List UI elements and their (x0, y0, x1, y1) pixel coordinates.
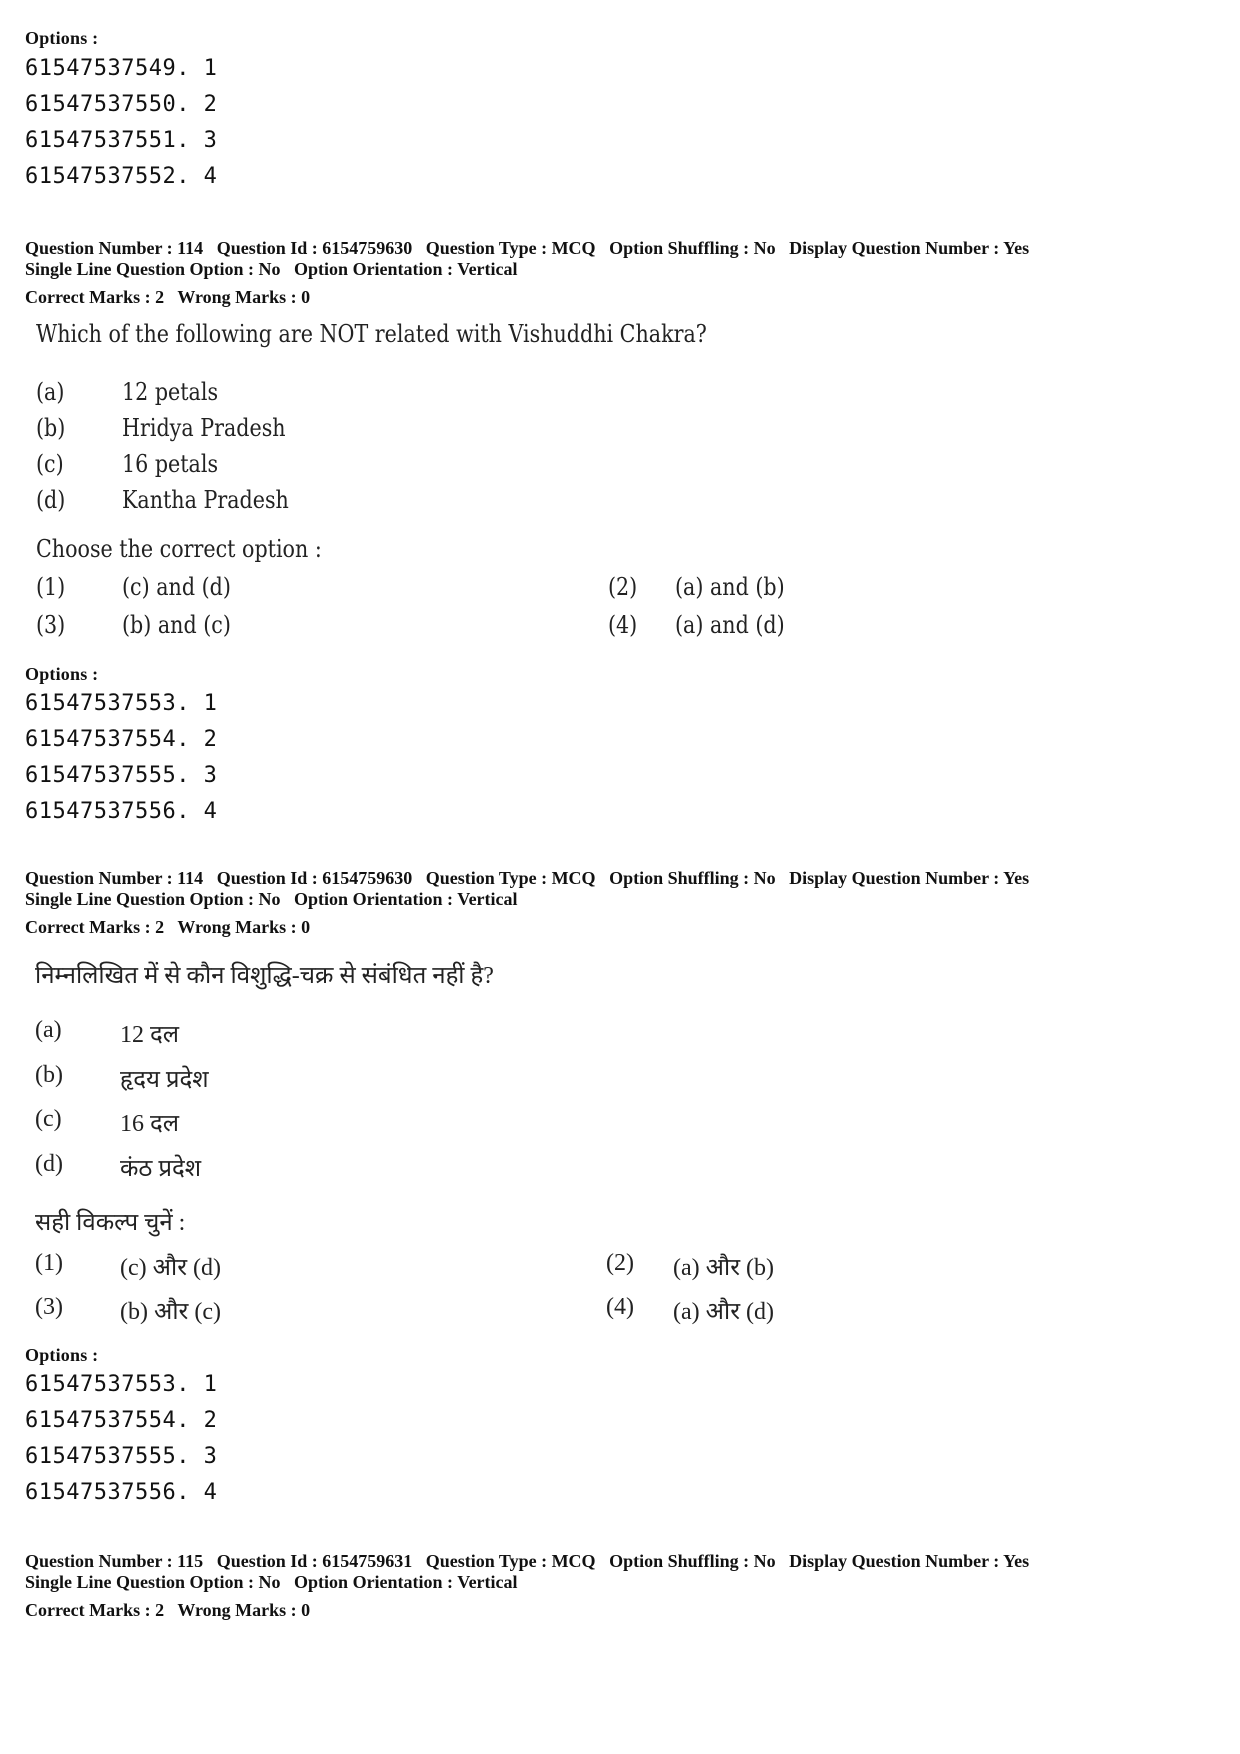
meta-question-type: Question Type : MCQ (425, 1551, 596, 1571)
item-label: (d) (35, 1151, 63, 1177)
meta-question-id: Question Id : 6154759631 (216, 1551, 413, 1571)
question-marks-line: Correct Marks : 2 Wrong Marks : 0 (25, 917, 310, 938)
answer-number: (1) (36, 573, 66, 601)
answer-number: (4) (608, 611, 638, 639)
meta-single-line-option: Single Line Question Option : No (25, 889, 281, 909)
item-label: (b) (35, 1062, 63, 1088)
item-label: (b) (36, 414, 66, 442)
option-line: 61547537553. 1 (25, 1372, 218, 1397)
meta-single-line-option: Single Line Question Option : No (25, 1572, 281, 1592)
question-meta-line-1: Question Number : 114 Question Id : 6154… (25, 238, 1029, 259)
answer-number: (3) (35, 1294, 63, 1320)
meta-single-line-option: Single Line Question Option : No (25, 259, 281, 279)
answer-text: (a) and (d) (675, 611, 785, 639)
meta-wrong-marks: Wrong Marks : 0 (177, 287, 311, 307)
meta-option-shuffling: Option Shuffling : No (609, 1551, 776, 1571)
option-line: 61547537555. 3 (25, 1444, 218, 1469)
document-page: { "top_options": { "heading": "Options :… (0, 0, 1240, 1754)
option-line: 61547537554. 2 (25, 1408, 218, 1433)
answer-number: (4) (606, 1294, 634, 1320)
item-text: 12 दल (120, 1022, 180, 1048)
meta-display-question-number: Display Question Number : Yes (789, 238, 1030, 258)
meta-option-orientation: Option Orientation : Vertical (294, 259, 518, 279)
item-label: (a) (36, 378, 65, 406)
answer-text: (a) और (b) (673, 1255, 774, 1281)
item-label: (c) (36, 450, 64, 478)
item-text: Hridya Pradesh (122, 414, 286, 442)
choose-label: Choose the correct option : (36, 535, 322, 563)
meta-question-number: Question Number : 114 (25, 868, 204, 888)
meta-correct-marks: Correct Marks : 2 (25, 1600, 165, 1620)
meta-question-type: Question Type : MCQ (425, 868, 596, 888)
option-line: 61547537555. 3 (25, 763, 218, 788)
item-text: 12 petals (122, 378, 219, 406)
question-meta-line-2: Single Line Question Option : No Option … (25, 259, 518, 280)
meta-wrong-marks: Wrong Marks : 0 (177, 917, 311, 937)
meta-question-id: Question Id : 6154759630 (216, 868, 413, 888)
choose-label: सही विकल्प चुनें : (35, 1210, 186, 1236)
meta-question-id: Question Id : 6154759630 (216, 238, 413, 258)
answer-text: (c) and (d) (122, 573, 231, 601)
question-text: निम्नलिखित में से कौन विशुद्धि-चक्र से स… (35, 963, 494, 989)
answer-text: (b) और (c) (120, 1299, 221, 1325)
meta-question-number: Question Number : 114 (25, 238, 204, 258)
question-meta-line-2: Single Line Question Option : No Option … (25, 1572, 518, 1593)
meta-question-number: Question Number : 115 (25, 1551, 204, 1571)
meta-option-shuffling: Option Shuffling : No (609, 868, 776, 888)
question-marks-line: Correct Marks : 2 Wrong Marks : 0 (25, 1600, 310, 1621)
option-line: 61547537554. 2 (25, 727, 218, 752)
meta-option-orientation: Option Orientation : Vertical (294, 1572, 518, 1592)
answer-text: (a) and (b) (675, 573, 785, 601)
answer-text: (b) and (c) (122, 611, 231, 639)
question-marks-line: Correct Marks : 2 Wrong Marks : 0 (25, 287, 310, 308)
meta-correct-marks: Correct Marks : 2 (25, 287, 165, 307)
answer-number: (1) (35, 1250, 63, 1276)
option-line: 61547537552. 4 (25, 164, 218, 189)
options-heading: Options : (25, 1345, 99, 1365)
item-label: (c) (35, 1106, 62, 1132)
item-text: 16 दल (120, 1111, 180, 1137)
item-label: (d) (36, 486, 66, 514)
item-label: (a) (35, 1017, 62, 1043)
option-line: 61547537556. 4 (25, 799, 218, 824)
option-line: 61547537556. 4 (25, 1480, 218, 1505)
meta-question-type: Question Type : MCQ (425, 238, 596, 258)
answer-number: (2) (606, 1250, 634, 1276)
answer-text: (c) और (d) (120, 1255, 221, 1281)
option-line: 61547537549. 1 (25, 56, 218, 81)
item-text: Kantha Pradesh (122, 486, 289, 514)
item-text: 16 petals (122, 450, 219, 478)
option-line: 61547537550. 2 (25, 92, 218, 117)
item-text: हृदय प्रदेश (120, 1067, 209, 1093)
item-text: कंठ प्रदेश (120, 1156, 202, 1182)
question-meta-line-1: Question Number : 114 Question Id : 6154… (25, 868, 1029, 889)
question-meta-line-2: Single Line Question Option : No Option … (25, 889, 518, 910)
question-meta-line-1: Question Number : 115 Question Id : 6154… (25, 1551, 1029, 1572)
answer-number: (2) (608, 573, 638, 601)
meta-display-question-number: Display Question Number : Yes (789, 1551, 1030, 1571)
meta-option-orientation: Option Orientation : Vertical (294, 889, 518, 909)
meta-option-shuffling: Option Shuffling : No (609, 238, 776, 258)
meta-wrong-marks: Wrong Marks : 0 (177, 1600, 311, 1620)
meta-display-question-number: Display Question Number : Yes (789, 868, 1030, 888)
answer-number: (3) (36, 611, 66, 639)
option-line: 61547537553. 1 (25, 691, 218, 716)
question-text: Which of the following are NOT related w… (36, 320, 707, 348)
options-heading: Options : (25, 664, 99, 684)
meta-correct-marks: Correct Marks : 2 (25, 917, 165, 937)
option-line: 61547537551. 3 (25, 128, 218, 153)
options-heading: Options : (25, 28, 99, 48)
answer-text: (a) और (d) (673, 1299, 774, 1325)
